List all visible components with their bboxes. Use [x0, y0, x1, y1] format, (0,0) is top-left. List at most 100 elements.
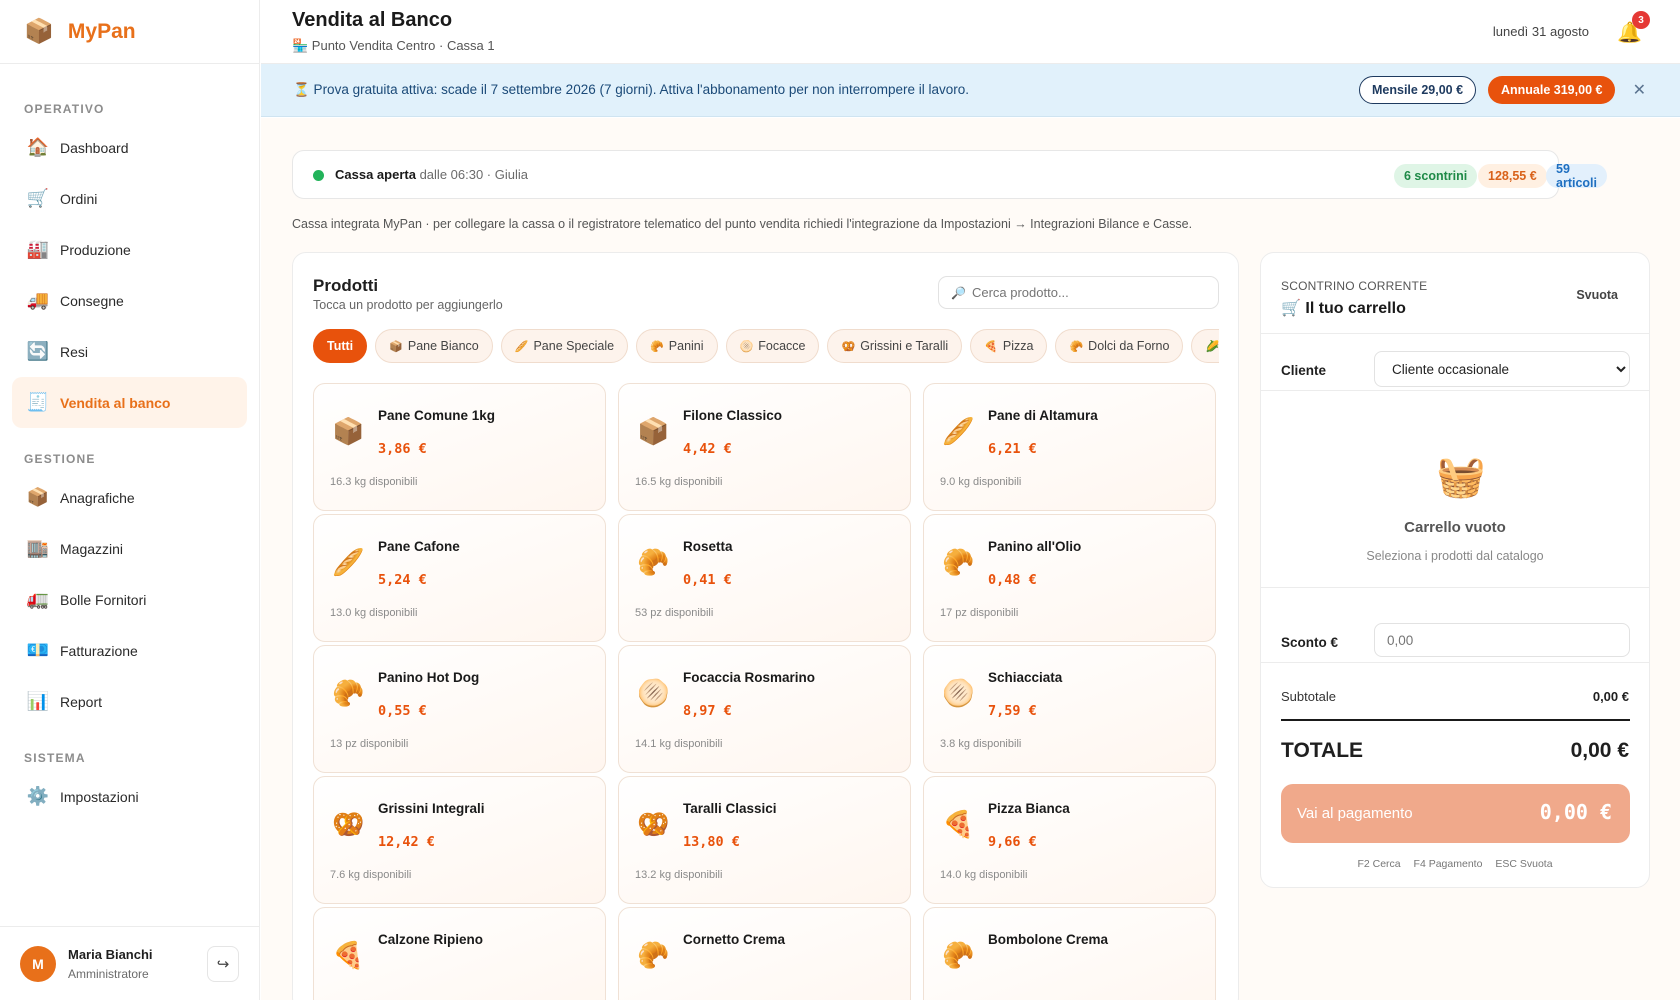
product-card[interactable]: 🥐 Bombolone Crema	[923, 907, 1216, 1000]
factory-icon: 🏭	[26, 239, 50, 259]
product-card[interactable]: 🥐 Panino all'Olio 0,48 € 17 pz disponibili	[923, 514, 1216, 642]
nav-section-sistema: SISTEMA	[24, 751, 86, 765]
product-card[interactable]: 🥖 Pane Cafone 5,24 € 13.0 kg disponibili	[313, 514, 606, 642]
bar-chart-icon: 📊	[26, 691, 50, 711]
product-card[interactable]: 🥐 Panino Hot Dog 0,55 € 13 pz disponibili	[313, 645, 606, 773]
product-price: 13,80 €	[683, 834, 740, 850]
category-icon: 🥐	[650, 340, 664, 353]
product-card[interactable]: 🥐 Rosetta 0,41 € 53 pz disponibili	[618, 514, 911, 642]
sidebar: 📦 MyPan OPERATIVO 🏠 Dashboard 🛒 Ordini 🏭…	[0, 0, 260, 1000]
sidebar-item-anagrafiche[interactable]: 📦 Anagrafiche	[12, 472, 247, 523]
category-icon: 🥖	[514, 340, 529, 353]
product-price: 5,24 €	[378, 572, 427, 588]
category-icon: 🥨	[841, 340, 856, 353]
category-chip[interactable]: 🥖 Pane Speciale	[500, 329, 629, 363]
product-card[interactable]: 🫓 Schiacciata 7,59 € 3.8 kg disponibili	[923, 645, 1216, 773]
sidebar-item-dashboard[interactable]: 🏠 Dashboard	[12, 122, 247, 173]
category-chip[interactable]: 🌽	[1191, 329, 1219, 363]
cassa-status-bar: Cassa aperta dalle 06:30 · Giulia 6 scon…	[292, 150, 1607, 199]
product-stock: 14.1 kg disponibili	[635, 738, 723, 750]
sidebar-item-impostazioni[interactable]: ⚙️ Impostazioni	[12, 771, 247, 822]
customer-select[interactable]: Cliente occasionale	[1374, 351, 1630, 387]
basket-icon: 🧺	[1436, 455, 1486, 499]
articles-badge: 59 articoli	[1546, 162, 1607, 190]
page-header: Vendita al Banco 🏪 Punto Vendita Centro …	[261, 0, 1680, 64]
category-chip[interactable]: 🥐 Panini	[636, 329, 718, 363]
pay-button-amount: 0,00 €	[1539, 800, 1612, 824]
product-card[interactable]: 📦 Pane Comune 1kg 3,86 € 16.3 kg disponibil…	[313, 383, 606, 511]
discount-input[interactable]	[1374, 623, 1630, 657]
sidebar-item-ordini[interactable]: 🛒 Ordini	[12, 173, 247, 224]
pay-button[interactable]: Vai al pagamento 0,00 €	[1281, 784, 1630, 843]
category-chip[interactable]: 🍕 Pizza	[970, 329, 1048, 363]
product-price: 12,42 €	[378, 834, 435, 850]
search-box[interactable]: 🔎	[938, 276, 1219, 309]
product-icon: 🥐	[942, 547, 975, 577]
sidebar-item-magazzini[interactable]: 🏬 Magazzini	[12, 523, 247, 574]
sidebar-item-bolle-fornitori[interactable]: 🚛 Bolle Fornitori	[12, 574, 247, 625]
product-card[interactable]: 🥐 Cornetto Crema	[618, 907, 911, 1000]
product-name: Filone Classico	[683, 408, 783, 423]
product-price: 4,42 €	[683, 441, 732, 457]
category-label: Tutti	[327, 339, 354, 353]
product-card[interactable]: 🍕 Pizza Bianca 9,66 € 14.0 kg disponibili	[923, 776, 1216, 904]
close-icon[interactable]: ✕	[1633, 80, 1646, 100]
empty-cart-subtitle: Seleziona i prodotti dal catalogo	[1366, 549, 1544, 563]
sidebar-item-label: Magazzini	[60, 540, 124, 557]
category-chip[interactable]: 🥐 Dolci da Forno	[1055, 329, 1184, 363]
product-stock: 13.2 kg disponibili	[635, 869, 723, 881]
logout-button[interactable]: ↪	[207, 946, 239, 982]
search-input[interactable]	[971, 285, 1202, 300]
cassa-status-text: Cassa aperta dalle 06:30 · Giulia	[335, 167, 528, 182]
sidebar-item-vendita-al-banco[interactable]: 🧾 Vendita al banco	[12, 377, 247, 428]
sidebar-item-label: Bolle Fornitori	[60, 591, 147, 608]
avatar[interactable]: M	[20, 945, 56, 982]
sidebar-item-resi[interactable]: 🔄 Resi	[12, 326, 247, 377]
product-stock: 16.3 kg disponibili	[330, 476, 418, 488]
product-card[interactable]: 🍕 Calzone Ripieno	[313, 907, 606, 1000]
category-icon: 🥐	[1069, 340, 1084, 353]
brand[interactable]: 📦 MyPan	[0, 0, 259, 64]
category-label: Pizza	[1002, 339, 1034, 353]
sidebar-item-label: Resi	[60, 343, 89, 360]
product-name: Grissini Integrali	[378, 801, 485, 816]
shortcut-payment: F4 Pagamento	[1413, 858, 1483, 870]
product-price: 0,55 €	[378, 703, 427, 719]
search-icon: 🔎	[951, 285, 966, 300]
product-icon: 📦	[637, 416, 670, 446]
annual-plan-button[interactable]: Annuale 319,00 €	[1488, 76, 1616, 104]
sidebar-item-label: Produzione	[60, 241, 131, 258]
category-chip[interactable]: Tutti	[313, 329, 368, 363]
product-card[interactable]: 🥨 Taralli Classici 13,80 € 13.2 kg disponib…	[618, 776, 911, 904]
product-card[interactable]: 🥨 Grissini Integrali 12,42 € 7.6 kg disponi…	[313, 776, 606, 904]
product-price: 0,41 €	[683, 572, 732, 588]
gear-icon: ⚙️	[26, 786, 50, 806]
product-icon: 🥖	[332, 547, 365, 577]
sidebar-item-report[interactable]: 📊 Report	[12, 676, 247, 727]
product-card[interactable]: 📦 Filone Classico 4,42 € 16.5 kg disponibil…	[618, 383, 911, 511]
product-card[interactable]: 🥖 Pane di Altamura 6,21 € 9.0 kg disponibil…	[923, 383, 1216, 511]
sidebar-item-produzione[interactable]: 🏭 Produzione	[12, 224, 247, 275]
product-name: Pizza Bianca	[988, 801, 1070, 816]
sidebar-item-label: Report	[60, 693, 103, 710]
category-chip[interactable]: 📦 Pane Bianco	[375, 329, 493, 363]
logout-icon: ↪	[216, 956, 230, 973]
sidebar-item-label: Anagrafiche	[60, 489, 135, 506]
product-stock: 53 pz disponibili	[635, 607, 714, 619]
category-chip[interactable]: 🥨 Grissini e Taralli	[827, 329, 963, 363]
product-stock: 3.8 kg disponibili	[940, 738, 1022, 750]
category-label: Pane Bianco	[407, 339, 479, 353]
category-chip[interactable]: 🫓 Focacce	[725, 329, 820, 363]
product-card[interactable]: 🫓 Focaccia Rosmarino 8,97 € 14.1 kg disponi…	[618, 645, 911, 773]
product-price: 9,66 €	[988, 834, 1037, 850]
clear-cart-button[interactable]: Svuota	[1576, 288, 1618, 302]
product-icon: 🫓	[637, 678, 670, 708]
sidebar-item-consegne[interactable]: 🚚 Consegne	[12, 275, 247, 326]
monthly-plan-button[interactable]: Mensile 29,00 €	[1359, 76, 1477, 104]
product-icon: 🥨	[637, 809, 670, 839]
sidebar-item-fatturazione[interactable]: 💶 Fatturazione	[12, 625, 247, 676]
product-stock: 14.0 kg disponibili	[940, 869, 1028, 881]
product-name: Calzone Ripieno	[378, 932, 484, 947]
sidebar-item-label: Ordini	[60, 190, 98, 207]
cassa-status-detail: dalle 06:30 · Giulia	[419, 167, 528, 182]
